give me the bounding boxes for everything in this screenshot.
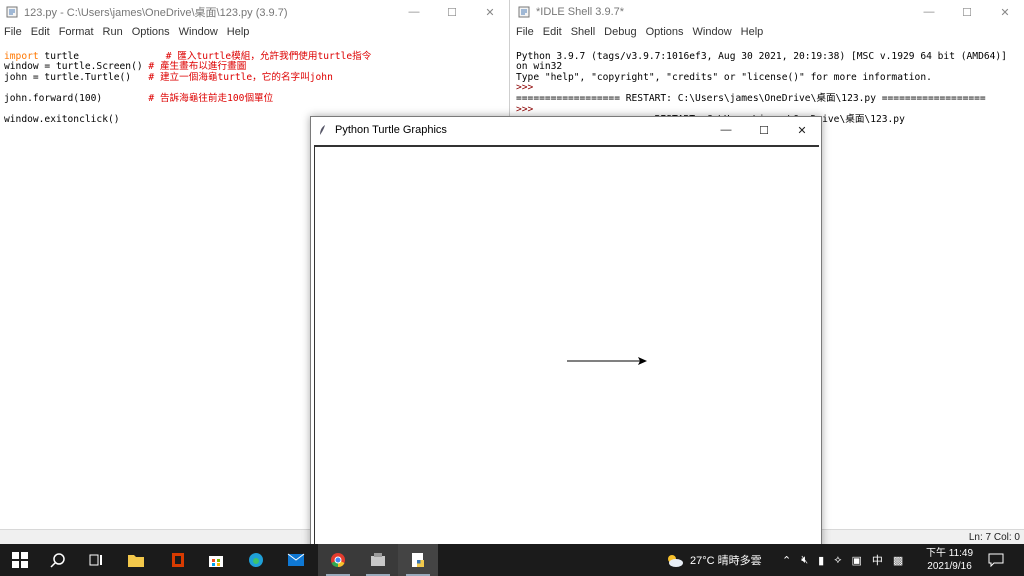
menu-edit[interactable]: Edit xyxy=(543,26,562,38)
code-line: john = turtle.Turtle() # 建立一個海龜turtle，它的… xyxy=(4,71,333,83)
menu-format[interactable]: Format xyxy=(59,26,94,38)
input-method-icon[interactable]: ▣ xyxy=(852,554,862,567)
close-icon[interactable]: ✕ xyxy=(471,0,509,24)
minimize-icon[interactable]: — xyxy=(395,0,433,24)
code-line: john.forward(100) # 告訴海龜往前走100個單位 xyxy=(4,92,274,104)
weather-widget[interactable]: 27°C 晴時多雲 xyxy=(664,544,762,576)
maximize-icon[interactable]: ☐ xyxy=(433,0,471,24)
editor-title: 123.py - C:\Users\james\OneDrive\桌面\123.… xyxy=(24,7,288,19)
search-icon[interactable] xyxy=(38,544,78,576)
task-view-icon[interactable] xyxy=(76,544,116,576)
notification-icon[interactable] xyxy=(988,544,1004,576)
turtle-title: Python Turtle Graphics xyxy=(335,124,447,136)
clock-date: 2021/9/16 xyxy=(927,561,972,572)
editor-titlebar[interactable]: 123.py - C:\Users\james\OneDrive\桌面\123.… xyxy=(0,0,509,24)
close-icon[interactable]: ✕ xyxy=(986,0,1024,24)
menu-edit[interactable]: Edit xyxy=(31,26,50,38)
python-launcher-icon[interactable] xyxy=(358,544,398,576)
turtle-drawing xyxy=(567,357,647,365)
maximize-icon[interactable]: ☐ xyxy=(948,0,986,24)
partly-cloudy-icon xyxy=(668,555,683,567)
menu-help[interactable]: Help xyxy=(741,26,764,38)
editor-menubar: File Edit Format Run Options Window Help xyxy=(0,24,509,40)
python-shell-icon xyxy=(518,6,530,18)
clock-time: 下午 11:49 xyxy=(926,548,974,559)
windows-start-icon[interactable] xyxy=(0,544,40,576)
turtle-titlebar[interactable]: Python Turtle Graphics — ☐ ✕ xyxy=(311,117,821,143)
menu-options[interactable]: Options xyxy=(646,26,684,38)
menu-help[interactable]: Help xyxy=(227,26,250,38)
turtle-window: Python Turtle Graphics — ☐ ✕ xyxy=(310,116,822,557)
shell-version-line: Python 3.9.7 (tags/v3.9.7:1016ef3, Aug 3… xyxy=(516,50,1013,73)
office-icon[interactable] xyxy=(158,544,198,576)
shell-info-line: Type "help", "copyright", "credits" or "… xyxy=(516,71,932,83)
menu-window[interactable]: Window xyxy=(693,26,732,38)
menu-shell[interactable]: Shell xyxy=(571,26,595,38)
minimize-icon[interactable]: — xyxy=(707,118,745,142)
idle-icon[interactable] xyxy=(398,544,438,576)
close-icon[interactable]: ✕ xyxy=(783,118,821,142)
weather-text: 27°C 晴時多雲 xyxy=(690,555,762,567)
shell-restart-line: ================== RESTART: C:\Users\jam… xyxy=(516,92,986,104)
mail-icon[interactable] xyxy=(276,544,316,576)
ime-indicator[interactable]: 中 xyxy=(872,552,883,568)
menu-file[interactable]: File xyxy=(4,26,22,38)
shell-title: *IDLE Shell 3.9.7* xyxy=(536,6,625,18)
clock[interactable]: 下午 11:49 2021/9/16 xyxy=(926,544,973,576)
python-file-icon xyxy=(6,6,18,18)
menu-options[interactable]: Options xyxy=(132,26,170,38)
edge-icon[interactable] xyxy=(236,544,276,576)
chrome-icon[interactable] xyxy=(318,544,358,576)
ime-mode-icon[interactable]: ▩ xyxy=(893,554,903,567)
menu-run[interactable]: Run xyxy=(103,26,123,38)
battery-icon[interactable]: ▮ xyxy=(818,554,824,567)
menu-window[interactable]: Window xyxy=(179,26,218,38)
shell-titlebar[interactable]: *IDLE Shell 3.9.7* — ☐ ✕ xyxy=(512,0,1024,24)
file-explorer-icon[interactable] xyxy=(116,544,156,576)
chevron-up-icon[interactable]: ⌃ xyxy=(782,554,791,567)
volume-muted-icon[interactable]: 🔇︎ xyxy=(801,554,808,567)
menu-debug[interactable]: Debug xyxy=(604,26,636,38)
network-icon[interactable]: ⟡ xyxy=(834,554,841,567)
maximize-icon[interactable]: ☐ xyxy=(745,118,783,142)
feather-icon xyxy=(320,125,325,135)
tray-icons: ⌃ 🔇︎ ▮ ⟡ ▣ 中 ▩ xyxy=(782,544,903,576)
shell-menubar: File Edit Shell Debug Options Window Hel… xyxy=(512,24,1024,40)
cursor-position: Ln: 7 Col: 0 xyxy=(968,532,1020,543)
turtle-canvas[interactable] xyxy=(314,145,819,557)
menu-file[interactable]: File xyxy=(516,26,534,38)
taskbar: 27°C 晴時多雲 ⌃ 🔇︎ ▮ ⟡ ▣ 中 ▩ 下午 11:49 2021/9… xyxy=(0,544,1024,576)
store-icon[interactable] xyxy=(196,544,236,576)
minimize-icon[interactable]: — xyxy=(910,0,948,24)
